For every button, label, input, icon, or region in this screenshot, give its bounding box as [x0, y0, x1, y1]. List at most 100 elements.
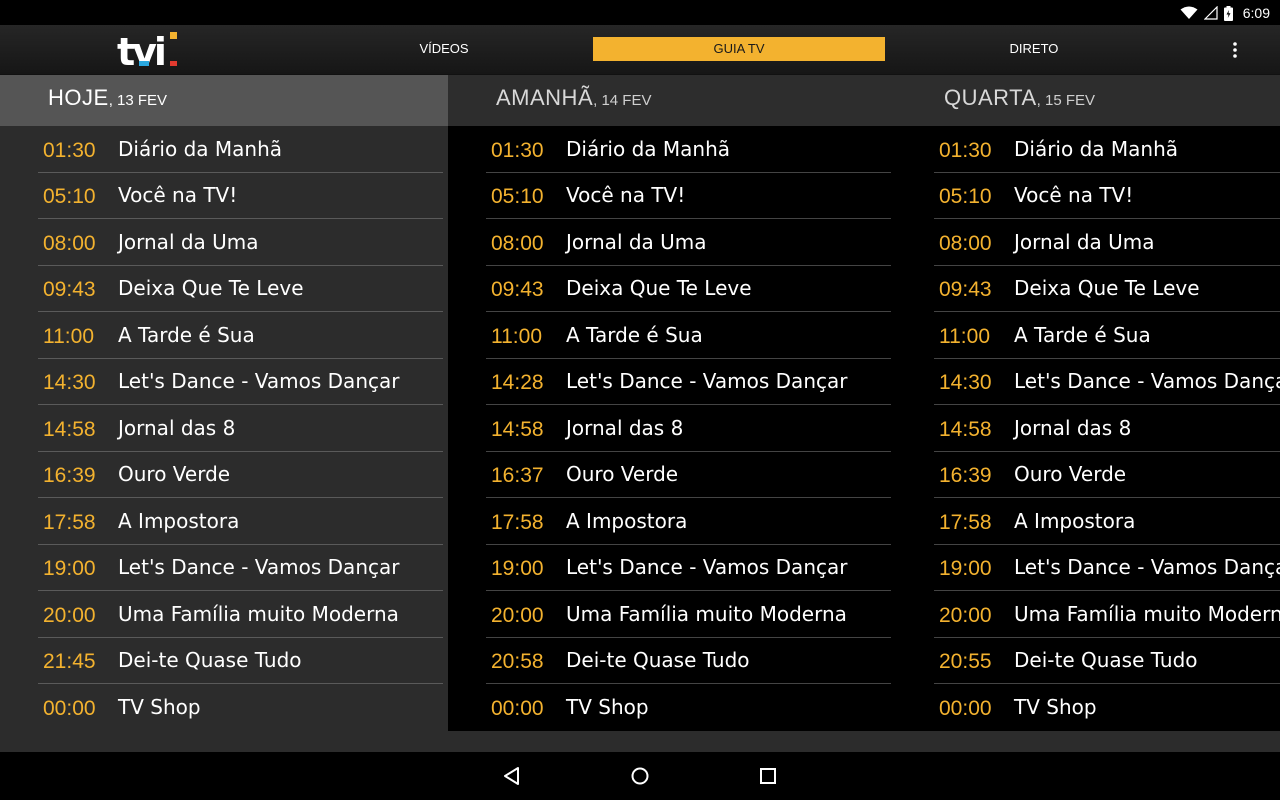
program-time: 11:00 [491, 324, 542, 348]
day-name: QUARTA [944, 85, 1037, 110]
program-row[interactable]: 20:00 Uma Família muito Moderna [38, 591, 443, 638]
program-title: Uma Família muito Moderna [566, 601, 847, 626]
program-title: Uma Família muito Moderna [1014, 601, 1280, 626]
program-time: 14:58 [43, 417, 96, 441]
program-time: 16:37 [491, 464, 544, 488]
program-time: 00:00 [491, 697, 544, 721]
program-row[interactable]: 05:10 Você na TV! [38, 173, 443, 219]
schedule-columns[interactable]: HOJE, 13 FEV 01:30 Diário da Manhã 05:10 Vo… [0, 75, 1280, 752]
status-time: 6:09 [1242, 5, 1270, 21]
signal-icon [1203, 6, 1218, 20]
program-row[interactable]: 11:00 A Tarde é Sua [38, 312, 443, 359]
program-row[interactable]: 14:58 Jornal das 8 [486, 405, 891, 452]
program-title: Let's Dance - Vamos Dançar [118, 555, 400, 580]
program-row[interactable]: 08:00 Jornal da Uma [38, 219, 443, 266]
program-list: 01:30 Diário da Manhã 05:10 Você na TV! 08:0… [896, 126, 1280, 731]
program-title: A Impostora [118, 508, 240, 533]
tab-direto[interactable]: DIRETO [888, 37, 1180, 61]
program-title: A Tarde é Sua [118, 322, 255, 347]
program-title: A Impostora [566, 508, 688, 533]
program-row[interactable]: 17:58 A Impostora [934, 498, 1280, 545]
program-row[interactable]: 20:00 Uma Família muito Moderna [486, 591, 891, 638]
program-title: Jornal das 8 [1014, 415, 1132, 440]
program-row[interactable]: 14:28 Let's Dance - Vamos Dançar [486, 359, 891, 405]
program-title: Você na TV! [118, 183, 238, 208]
program-title: Uma Família muito Moderna [118, 601, 399, 626]
program-row[interactable]: 08:00 Jornal da Uma [934, 219, 1280, 266]
status-bar: 6:09 [0, 0, 1280, 25]
program-row[interactable]: 09:43 Deixa Que Te Leve [486, 266, 891, 312]
program-title: Jornal das 8 [566, 415, 684, 440]
program-time: 17:58 [43, 510, 96, 534]
program-time: 17:58 [939, 510, 992, 534]
recent-apps-icon[interactable] [756, 764, 780, 788]
day-date: , 13 FEV [108, 92, 168, 109]
program-row[interactable]: 20:58 Dei-te Quase Tudo [486, 638, 891, 684]
program-row[interactable]: 00:00 TV Shop [934, 684, 1280, 731]
program-row[interactable]: 14:58 Jornal das 8 [38, 405, 443, 452]
program-list: 01:30 Diário da Manhã 05:10 Você na TV! 08:0… [0, 126, 443, 731]
program-row[interactable]: 05:10 Você na TV! [934, 173, 1280, 219]
program-time: 14:30 [43, 371, 96, 395]
program-time: 20:55 [939, 650, 992, 674]
program-title: Deixa Que Te Leve [118, 276, 304, 301]
home-icon[interactable] [628, 764, 652, 788]
program-row[interactable]: 16:37 Ouro Verde [486, 452, 891, 498]
program-row[interactable]: 14:30 Let's Dance - Vamos Dançar [934, 359, 1280, 405]
program-row[interactable]: 17:58 A Impostora [486, 498, 891, 545]
program-time: 00:00 [43, 697, 96, 721]
program-row[interactable]: 09:43 Deixa Que Te Leve [38, 266, 443, 312]
program-time: 20:58 [491, 650, 544, 674]
program-row[interactable]: 01:30 Diário da Manhã [486, 126, 891, 173]
program-list: 01:30 Diário da Manhã 05:10 Você na TV! 08:0… [448, 126, 891, 731]
program-row[interactable]: 16:39 Ouro Verde [38, 452, 443, 498]
program-row[interactable]: 16:39 Ouro Verde [934, 452, 1280, 498]
overflow-menu-icon[interactable] [1230, 40, 1240, 60]
program-row[interactable]: 09:43 Deixa Que Te Leve [934, 266, 1280, 312]
program-row[interactable]: 11:00 A Tarde é Sua [486, 312, 891, 359]
day-column-tomorrow[interactable]: AMANHÃ, 14 FEV 01:30 Diário da Manhã 05:10… [448, 75, 896, 731]
program-row[interactable]: 00:00 TV Shop [38, 684, 443, 731]
program-row[interactable]: 19:00 Let's Dance - Vamos Dançar [38, 545, 443, 591]
program-row[interactable]: 19:00 Let's Dance - Vamos Dançar [486, 545, 891, 591]
day-name: HOJE [48, 85, 109, 110]
program-title: Deixa Que Te Leve [1014, 276, 1200, 301]
program-row[interactable]: 17:58 A Impostora [38, 498, 443, 545]
program-row[interactable]: 01:30 Diário da Manhã [38, 126, 443, 173]
program-row[interactable]: 14:58 Jornal das 8 [934, 405, 1280, 452]
day-date: , 14 FEV [593, 92, 652, 109]
program-row[interactable]: 00:00 TV Shop [486, 684, 891, 731]
program-time: 19:00 [491, 557, 544, 581]
program-time: 08:00 [43, 231, 96, 255]
program-row[interactable]: 01:30 Diário da Manhã [934, 126, 1280, 173]
program-title: A Tarde é Sua [566, 322, 703, 347]
program-time: 11:00 [939, 324, 990, 348]
wifi-icon [1180, 6, 1198, 19]
program-time: 01:30 [491, 138, 544, 162]
day-header: HOJE, 13 FEV [0, 75, 448, 126]
program-row[interactable]: 08:00 Jornal da Uma [486, 219, 891, 266]
program-title: Ouro Verde [566, 462, 679, 487]
program-time: 09:43 [491, 278, 544, 302]
day-column-today[interactable]: HOJE, 13 FEV 01:30 Diário da Manhã 05:10 Vo… [0, 75, 448, 731]
back-icon[interactable] [500, 764, 524, 788]
program-row[interactable]: 20:55 Dei-te Quase Tudo [934, 638, 1280, 684]
tab-videos[interactable]: VÍDEOS [298, 37, 590, 61]
day-column-wednesday[interactable]: QUARTA, 15 FEV 01:30 Diário da Manhã 05:10… [896, 75, 1280, 731]
program-row[interactable]: 21:45 Dei-te Quase Tudo [38, 638, 443, 684]
program-row[interactable]: 14:30 Let's Dance - Vamos Dançar [38, 359, 443, 405]
program-title: Let's Dance - Vamos Dançar [1014, 369, 1280, 394]
program-time: 21:45 [43, 650, 96, 674]
program-title: TV Shop [1014, 695, 1097, 720]
program-row[interactable]: 11:00 A Tarde é Sua [934, 312, 1280, 359]
program-time: 08:00 [939, 231, 992, 255]
program-title: Você na TV! [1014, 183, 1134, 208]
program-row[interactable]: 19:00 Let's Dance - Vamos Dançar [934, 545, 1280, 591]
tvi-logo[interactable]: tvi [116, 29, 178, 71]
program-row[interactable]: 05:10 Você na TV! [486, 173, 891, 219]
program-time: 00:00 [939, 697, 992, 721]
program-title: Diário da Manhã [566, 136, 731, 161]
app-bar: tvi VÍDEOS GUIA TV DIRETO [0, 25, 1280, 75]
program-row[interactable]: 20:00 Uma Família muito Moderna [934, 591, 1280, 638]
tab-guia-tv[interactable]: GUIA TV [593, 37, 885, 61]
